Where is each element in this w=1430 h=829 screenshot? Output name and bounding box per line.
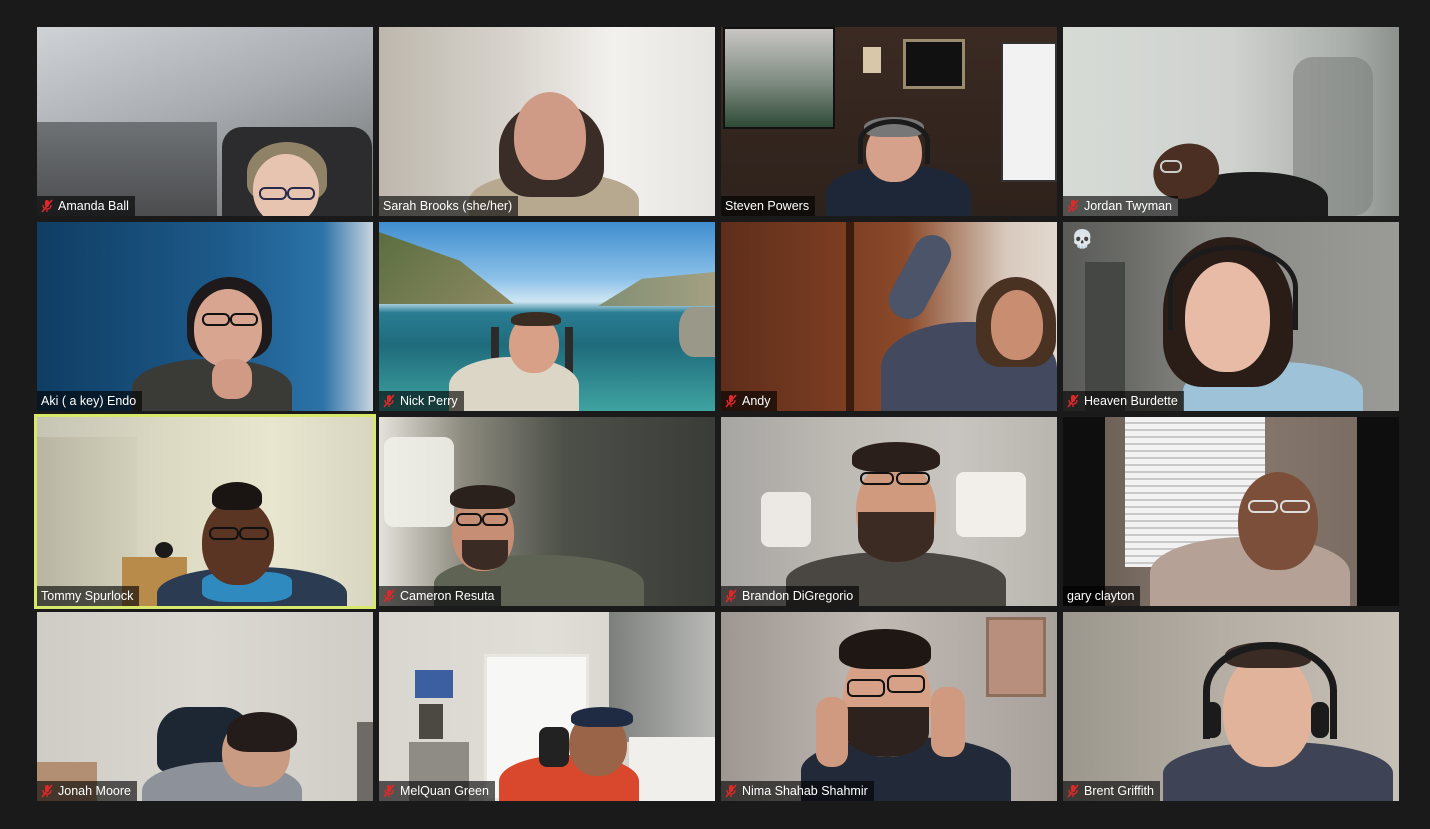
participant-tile[interactable]: Aki ( a key) Endo xyxy=(37,222,373,411)
video-feed xyxy=(379,27,715,216)
participant-name: Cameron Resuta xyxy=(400,589,495,603)
microphone-muted-icon xyxy=(725,394,737,408)
participant-name: Brandon DiGregorio xyxy=(742,589,854,603)
participant-nameplate: Jonah Moore xyxy=(37,781,137,801)
participant-nameplate: Sarah Brooks (she/her) xyxy=(379,196,519,216)
video-feed xyxy=(1063,222,1399,411)
participant-nameplate: Nick Perry xyxy=(379,391,464,411)
participant-name: Nima Shahab Shahmir xyxy=(742,784,868,798)
video-feed xyxy=(1063,27,1399,216)
participant-tile[interactable]: Nick Perry xyxy=(379,222,715,411)
participant-figure xyxy=(881,222,1057,411)
participant-nameplate: MelQuan Green xyxy=(379,781,495,801)
participant-tile[interactable]: Andy xyxy=(721,222,1057,411)
video-feed xyxy=(379,417,715,606)
video-feed xyxy=(721,417,1057,606)
participant-nameplate: Jordan Twyman xyxy=(1063,196,1179,216)
participant-figure xyxy=(132,707,302,801)
participant-name: Heaven Burdette xyxy=(1084,394,1178,408)
skull-icon: 💀 xyxy=(1071,229,1094,249)
participant-name: MelQuan Green xyxy=(400,784,489,798)
participant-name: Jonah Moore xyxy=(58,784,131,798)
participant-tile[interactable]: Jordan Twyman xyxy=(1063,27,1399,216)
participant-figure xyxy=(1143,237,1363,411)
participant-tile[interactable]: 💀 Heaven Burdette xyxy=(1063,222,1399,411)
participant-figure xyxy=(499,707,649,801)
participant-nameplate: Cameron Resuta xyxy=(379,586,501,606)
participant-tile[interactable]: Brandon DiGregorio xyxy=(721,417,1057,606)
microphone-muted-icon xyxy=(383,784,395,798)
participant-figure xyxy=(1150,472,1350,606)
participant-name: Brent Griffith xyxy=(1084,784,1154,798)
participant-figure xyxy=(247,142,347,216)
participant-tile[interactable]: Cameron Resuta xyxy=(379,417,715,606)
participant-tile[interactable]: Steven Powers xyxy=(721,27,1057,216)
participant-nameplate: gary clayton xyxy=(1063,586,1141,606)
video-feed xyxy=(37,417,373,606)
participant-name: Sarah Brooks (she/her) xyxy=(383,199,513,213)
participant-name: Nick Perry xyxy=(400,394,458,408)
participant-nameplate: Amanda Ball xyxy=(37,196,135,216)
video-feed xyxy=(379,612,715,801)
participant-tile[interactable]: MelQuan Green xyxy=(379,612,715,801)
participant-nameplate: Brandon DiGregorio xyxy=(721,586,860,606)
microphone-muted-icon xyxy=(383,394,395,408)
participant-nameplate: Heaven Burdette xyxy=(1063,391,1184,411)
participant-nameplate: Brent Griffith xyxy=(1063,781,1160,801)
participant-name: gary clayton xyxy=(1067,589,1135,603)
participant-nameplate: Andy xyxy=(721,391,777,411)
participant-name: Steven Powers xyxy=(725,199,810,213)
participant-figure xyxy=(826,117,971,216)
participant-nameplate: Tommy Spurlock xyxy=(37,586,140,606)
participant-name: Jordan Twyman xyxy=(1084,199,1173,213)
microphone-muted-icon xyxy=(41,199,53,213)
participant-nameplate: Aki ( a key) Endo xyxy=(37,391,143,411)
video-feed xyxy=(1105,417,1357,606)
participant-tile[interactable]: Nima Shahab Shahmir xyxy=(721,612,1057,801)
video-feed xyxy=(379,222,715,411)
gallery-view: Amanda Ball Sarah Brooks (she/her) Steve… xyxy=(0,0,1430,829)
video-feed xyxy=(1063,612,1399,801)
video-feed xyxy=(721,222,1057,411)
microphone-muted-icon xyxy=(1067,199,1079,213)
participant-name: Tommy Spurlock xyxy=(41,589,134,603)
microphone-muted-icon xyxy=(41,784,53,798)
participant-figure xyxy=(449,307,599,411)
participant-figure xyxy=(781,627,1011,801)
participant-nameplate: Nima Shahab Shahmir xyxy=(721,781,874,801)
video-feed xyxy=(37,27,373,216)
participant-figure xyxy=(1163,642,1393,801)
participant-tile[interactable]: Brent Griffith xyxy=(1063,612,1399,801)
participant-name: Aki ( a key) Endo xyxy=(41,394,137,408)
microphone-muted-icon xyxy=(1067,784,1079,798)
video-feed xyxy=(37,612,373,801)
participant-tile[interactable]: gary clayton xyxy=(1063,417,1399,606)
participant-nameplate: Steven Powers xyxy=(721,196,816,216)
video-feed xyxy=(37,222,373,411)
microphone-muted-icon xyxy=(725,784,737,798)
participant-name: Andy xyxy=(742,394,771,408)
participant-tile[interactable]: Jonah Moore xyxy=(37,612,373,801)
participant-name: Amanda Ball xyxy=(58,199,129,213)
participant-tile-active-speaker[interactable]: Tommy Spurlock xyxy=(34,414,376,609)
microphone-muted-icon xyxy=(725,589,737,603)
microphone-muted-icon xyxy=(1067,394,1079,408)
participant-tile[interactable]: Sarah Brooks (she/her) xyxy=(379,27,715,216)
participant-figure xyxy=(157,477,347,606)
video-feed xyxy=(721,612,1057,801)
video-feed xyxy=(721,27,1057,216)
participant-figure xyxy=(786,442,1006,606)
participant-tile[interactable]: Amanda Ball xyxy=(37,27,373,216)
participant-figure xyxy=(132,277,292,411)
microphone-muted-icon xyxy=(383,589,395,603)
